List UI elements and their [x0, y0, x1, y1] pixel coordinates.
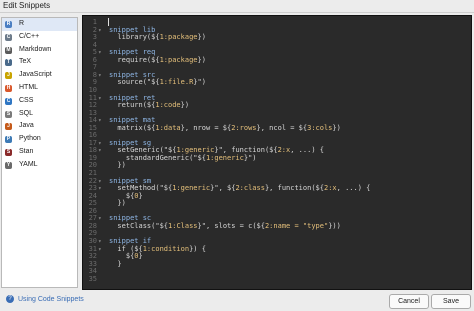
language-list[interactable]: R R C C/C++ M Markdown T TeX J JavaScript H HTML C CS…: [1, 17, 78, 288]
language-icon: S: [5, 110, 12, 118]
using-code-snippets-link[interactable]: ? Using Code Snippets: [6, 295, 84, 305]
snippet-editor[interactable]: 1 2 ▾ snippet lib 3 library(${1:package}) 4 5 ▾…: [82, 15, 472, 290]
language-icon: T: [5, 59, 12, 67]
language-item-r[interactable]: RR: [2, 18, 77, 31]
language-label: C/C++: [19, 32, 40, 40]
window-titlebar: Edit Snippets: [0, 0, 474, 13]
language-item-python[interactable]: P Python: [2, 133, 77, 146]
language-icon: P: [5, 136, 12, 144]
language-icon: S: [5, 148, 12, 156]
language-label: HTML: [19, 83, 39, 91]
language-item-html[interactable]: H HTML: [2, 82, 77, 95]
language-label: JavaScript: [19, 71, 52, 79]
language-item-stan[interactable]: S Stan: [2, 146, 77, 159]
help-link-label: Using Code Snippets: [18, 296, 84, 303]
save-button[interactable]: Save: [431, 294, 471, 309]
language-label: SQL: [19, 109, 34, 117]
language-icon: C: [5, 33, 12, 41]
language-icon: J: [5, 123, 12, 131]
cancel-button[interactable]: Cancel: [389, 294, 429, 309]
code-line[interactable]: 35: [83, 274, 471, 285]
language-icon: H: [5, 84, 12, 92]
language-item-markdown[interactable]: M Markdown: [2, 44, 77, 57]
line-number: 35: [88, 274, 97, 283]
language-label: R: [19, 20, 25, 27]
language-item-tex[interactable]: T TeX: [2, 56, 77, 69]
language-label: TeX: [19, 58, 32, 66]
language-item-javascript[interactable]: J JavaScript: [2, 69, 77, 82]
language-label: Markdown: [19, 45, 52, 53]
language-icon: R: [5, 21, 12, 28]
language-item-css[interactable]: C CSS: [2, 95, 77, 108]
language-item-sql[interactable]: S SQL: [2, 108, 77, 121]
language-item-java[interactable]: J Java: [2, 120, 77, 133]
dialog-footer: ? Using Code Snippets Cancel Save: [0, 291, 474, 311]
language-label: Stan: [19, 147, 34, 155]
language-label: YAML: [19, 160, 38, 168]
language-label: CSS: [19, 96, 34, 104]
language-icon: J: [5, 72, 12, 80]
help-icon: ?: [6, 295, 14, 304]
language-item-yaml[interactable]: Y YAML: [2, 159, 77, 172]
language-label: Java: [19, 122, 34, 130]
window-title: Edit Snippets: [3, 1, 51, 10]
language-icon: Y: [5, 161, 12, 169]
language-icon: M: [5, 46, 12, 54]
language-label: Python: [19, 135, 41, 143]
language-icon: C: [5, 97, 12, 105]
language-item-c-c-[interactable]: C C/C++: [2, 31, 77, 44]
